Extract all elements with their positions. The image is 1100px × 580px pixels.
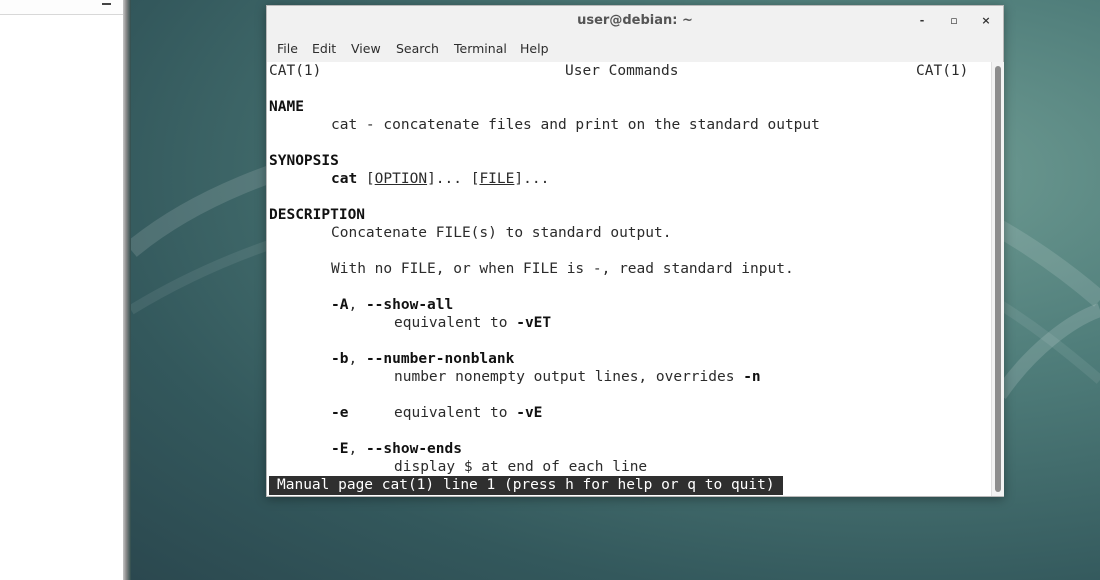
background-app-window[interactable] (0, 0, 123, 580)
menu-edit[interactable]: Edit (312, 38, 336, 62)
minimize-icon[interactable] (102, 0, 111, 5)
section-description-heading: DESCRIPTION (269, 207, 366, 223)
option-short: -b (331, 351, 349, 367)
title-bar[interactable]: user@debian: ~ - ▫ × (267, 6, 1003, 38)
synopsis-line: cat [OPTION]... [FILE]... (331, 170, 549, 188)
scrollbar-thumb[interactable] (995, 66, 1001, 492)
scrollbar[interactable] (991, 62, 1004, 496)
option-desc-flag: -n (743, 369, 761, 385)
option-b: -b, --number-nonblank (331, 350, 514, 368)
synopsis-command: cat (331, 171, 358, 187)
option-long: --show-all (365, 297, 454, 313)
menu-bar: File Edit View Search Terminal Help (267, 38, 1003, 63)
synopsis-file: FILE (479, 171, 515, 187)
menu-help[interactable]: Help (520, 38, 549, 62)
option-long: --number-nonblank (365, 351, 515, 367)
man-header-center: User Commands (565, 63, 679, 79)
option-short: -E (331, 441, 349, 457)
option-desc-flag: -vE (516, 405, 543, 421)
option-separator: , (348, 351, 366, 367)
option-long: --show-ends (365, 441, 462, 457)
option-separator: , (348, 441, 366, 457)
description-line: Concatenate FILE(s) to standard output. (331, 225, 672, 241)
option-desc-text: equivalent to (394, 405, 517, 421)
option-A-desc: equivalent to -vET (394, 314, 551, 332)
option-A: -A, --show-all (331, 296, 453, 314)
menu-file[interactable]: File (277, 38, 298, 62)
section-name-heading: NAME (269, 99, 304, 115)
menu-terminal[interactable]: Terminal (454, 38, 507, 62)
option-desc-flag: -vET (516, 315, 552, 331)
menu-view[interactable]: View (351, 38, 381, 62)
window-title: user@debian: ~ (577, 13, 693, 28)
terminal-window[interactable]: user@debian: ~ - ▫ × File Edit View Sear… (266, 5, 1004, 497)
option-e-short: -e (331, 405, 349, 421)
menu-search[interactable]: Search (396, 38, 439, 62)
synopsis-option: OPTION (374, 171, 428, 187)
man-header-left: CAT(1) (269, 63, 322, 79)
option-short: -A (331, 297, 349, 313)
maximize-button[interactable]: ▫ (945, 13, 963, 29)
pager-status-bar: Manual page cat(1) line 1 (press h for h… (269, 476, 783, 495)
option-E-desc: display $ at end of each line (394, 459, 648, 475)
minimize-button[interactable]: - (913, 13, 931, 29)
description-line: With no FILE, or when FILE is -, read st… (331, 261, 794, 277)
name-text: cat - concatenate files and print on the… (331, 117, 820, 133)
synopsis-bracket: ]... (514, 171, 550, 187)
window-divider (123, 0, 131, 580)
option-separator: , (348, 297, 366, 313)
option-desc-text: number nonempty output lines, overrides (394, 369, 744, 385)
synopsis-bracket: ]... [ (427, 171, 480, 187)
man-header-right: CAT(1) (916, 63, 969, 79)
option-desc-text: equivalent to (394, 315, 517, 331)
option-e-desc: equivalent to -vE (394, 404, 542, 422)
synopsis-bracket: [ (357, 171, 375, 187)
section-synopsis-heading: SYNOPSIS (269, 153, 339, 169)
option-b-desc: number nonempty output lines, overrides … (394, 368, 761, 386)
terminal-output[interactable]: CAT(1) User Commands CAT(1) NAME cat - c… (267, 62, 991, 496)
option-E: -E, --show-ends (331, 440, 462, 458)
close-button[interactable]: × (977, 13, 995, 29)
